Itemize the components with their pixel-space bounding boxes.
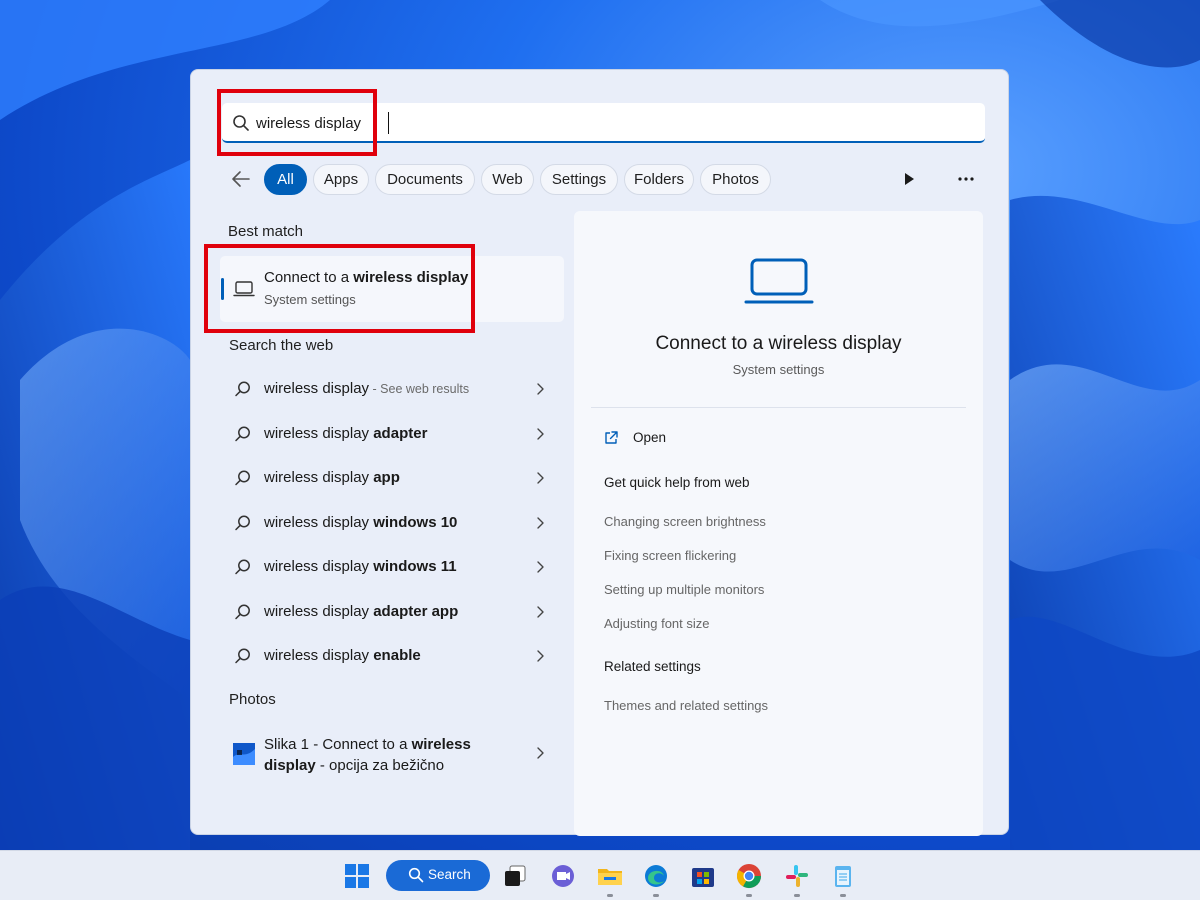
quick-help-link[interactable]: Fixing screen flickering <box>604 548 736 563</box>
web-result-item[interactable]: wireless display - See web results <box>220 369 564 409</box>
preview-pane: Connect to a wireless display System set… <box>574 211 983 836</box>
quick-help-link[interactable]: Changing screen brightness <box>604 514 766 529</box>
photo-result-text: Slika 1 - Connect to a wireless display … <box>264 736 471 774</box>
selection-indicator <box>221 278 224 300</box>
running-indicator <box>840 894 846 897</box>
web-result-item[interactable]: wireless display app <box>220 458 564 498</box>
search-input[interactable] <box>256 111 956 135</box>
web-result-text: wireless display enable <box>264 647 421 664</box>
teams-chat-icon[interactable] <box>549 862 577 890</box>
task-view-icon[interactable] <box>501 862 529 890</box>
open-action[interactable]: Open <box>603 429 803 449</box>
chevron-right-icon <box>537 747 544 759</box>
chevron-right-icon <box>537 383 544 395</box>
search-icon <box>235 648 250 664</box>
preview-title: Connect to a wireless display <box>655 333 902 354</box>
related-settings-heading: Related settings <box>604 659 701 674</box>
preview-divider <box>591 407 966 408</box>
more-icon[interactable] <box>954 170 978 188</box>
running-indicator <box>607 894 613 897</box>
search-icon <box>233 115 249 131</box>
web-result-item[interactable]: wireless display windows 10 <box>220 503 564 543</box>
windows-start-icon[interactable] <box>343 862 371 890</box>
web-result-item[interactable]: wireless display enable <box>220 636 564 676</box>
file-explorer-icon[interactable] <box>596 862 624 890</box>
web-result-text: wireless display adapter <box>264 425 428 442</box>
web-result-item[interactable]: wireless display adapter app <box>220 592 564 632</box>
search-icon <box>235 559 250 575</box>
chrome-icon[interactable] <box>735 862 763 890</box>
best-match-subtitle: System settings <box>264 292 356 307</box>
search-box[interactable] <box>222 103 985 143</box>
filter-chip-settings[interactable]: Settings <box>540 164 618 195</box>
best-match-item[interactable]: Connect to a wireless display System set… <box>220 256 564 322</box>
web-result-text: wireless display adapter app <box>264 603 459 620</box>
search-icon <box>408 867 424 883</box>
best-match-title: Connect to a wireless display <box>264 269 469 286</box>
web-result-text: wireless display windows 10 <box>264 514 458 531</box>
filter-chip-apps[interactable]: Apps <box>313 164 369 195</box>
text-caret <box>388 112 389 134</box>
arrow-left-icon[interactable] <box>229 167 253 191</box>
open-external-icon <box>605 431 618 444</box>
taskbar-search-button[interactable]: Search <box>386 860 490 891</box>
web-result-text: wireless display app <box>264 469 400 486</box>
web-result-text: wireless display - See web results <box>264 380 470 397</box>
photos-heading: Photos <box>229 691 276 708</box>
quick-help-link[interactable]: Setting up multiple monitors <box>604 582 764 597</box>
related-settings-link[interactable]: Themes and related settings <box>604 698 768 713</box>
quick-help-link[interactable]: Adjusting font size <box>604 616 710 631</box>
edge-icon[interactable] <box>642 862 670 890</box>
chevron-right-icon <box>537 650 544 662</box>
search-web-heading: Search the web <box>229 337 334 354</box>
taskbar: Search <box>0 850 1200 900</box>
filter-chip-all[interactable]: All <box>264 164 307 195</box>
running-indicator <box>746 894 752 897</box>
open-label: Open <box>633 430 667 445</box>
filter-chip-documents[interactable]: Documents <box>375 164 475 195</box>
web-result-item[interactable]: wireless display adapter <box>220 414 564 454</box>
photo-thumbnail-icon <box>233 743 255 765</box>
laptop-icon <box>744 258 814 304</box>
running-indicator <box>653 894 659 897</box>
filter-chip-photos[interactable]: Photos <box>700 164 771 195</box>
photo-result-item[interactable]: Slika 1 - Connect to a wireless display … <box>220 730 564 780</box>
web-result-text: wireless display windows 11 <box>264 558 457 575</box>
chevron-right-icon <box>537 517 544 529</box>
running-indicator <box>794 894 800 897</box>
search-icon <box>235 426 250 442</box>
laptop-icon <box>233 281 255 297</box>
search-panel: All Apps Documents Web Settings Folders … <box>190 69 1009 836</box>
chevron-right-icon <box>537 428 544 440</box>
filter-chip-web[interactable]: Web <box>481 164 534 195</box>
chevron-right-icon <box>537 472 544 484</box>
filter-chip-folders[interactable]: Folders <box>624 164 694 195</box>
search-icon <box>235 604 250 620</box>
search-icon <box>235 470 250 486</box>
chevron-right-icon <box>537 561 544 573</box>
best-match-heading: Best match <box>228 223 304 240</box>
notepad-icon[interactable] <box>829 862 857 890</box>
quick-help-heading: Get quick help from web <box>604 475 750 490</box>
search-icon <box>235 381 250 397</box>
filter-bar: All Apps Documents Web Settings Folders … <box>221 162 981 196</box>
search-icon <box>235 515 250 531</box>
taskbar-search-label: Search <box>428 867 471 882</box>
preview-subtitle: System settings <box>732 362 825 377</box>
web-result-item[interactable]: wireless display windows 11 <box>220 547 564 587</box>
chevron-right-icon <box>537 606 544 618</box>
store-icon[interactable] <box>689 862 717 890</box>
play-icon[interactable] <box>901 171 917 187</box>
slack-icon[interactable] <box>783 862 811 890</box>
